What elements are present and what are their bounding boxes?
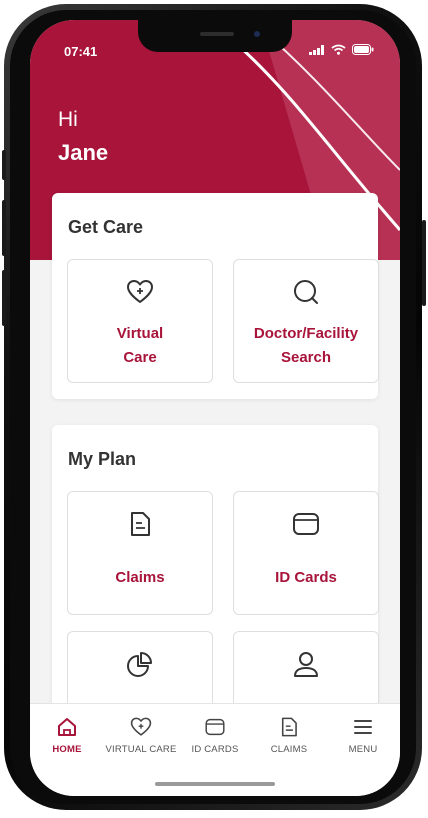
doctor-search-label: Doctor/Facility Search	[253, 325, 359, 366]
my-plan-title: My Plan	[68, 449, 137, 469]
menu-icon	[354, 720, 372, 734]
pie-chart-icon	[127, 652, 152, 677]
home-indicator[interactable]	[155, 782, 275, 786]
speaker-grille	[200, 32, 234, 36]
tab-id-cards[interactable]: ID CARDS	[178, 716, 252, 755]
id-cards-tile[interactable]: ID Cards	[233, 491, 379, 615]
volume-down-button	[2, 270, 6, 326]
bottom-tab-bar: HOME VIRTUAL CARE ID CARDS CLAIMS MENU	[30, 703, 400, 796]
mute-switch	[2, 150, 6, 180]
front-camera	[254, 31, 260, 37]
home-icon	[58, 718, 76, 736]
tab-menu-label: MENU	[348, 744, 378, 755]
card-icon	[293, 513, 319, 535]
virtual-care-label: Virtual Care	[116, 325, 164, 366]
battery-icon	[352, 44, 374, 55]
wifi-icon	[331, 44, 346, 55]
get-care-card: Get Care Virtual Care Doctor/Facility Sear…	[52, 193, 379, 399]
power-button	[422, 220, 426, 306]
heart-plus-icon	[130, 717, 152, 736]
user-name: Jane	[58, 140, 109, 165]
my-plan-card: My Plan Claims ID Cards Deductibles	[52, 425, 379, 716]
tab-home-label: HOME	[52, 744, 82, 755]
id-cards-label: ID Cards	[275, 569, 337, 586]
camera-notch	[138, 20, 292, 52]
virtual-care-tile[interactable]: Virtual Care	[67, 259, 213, 383]
status-time: 07:41	[64, 44, 98, 59]
status-icons	[309, 44, 374, 55]
claims-label: Claims	[115, 569, 165, 586]
get-care-title: Get Care	[68, 217, 144, 237]
tab-id-cards-label: ID CARDS	[191, 744, 239, 755]
doctor-search-tile[interactable]: Doctor/Facility Search	[233, 259, 379, 383]
tab-claims-label: CLAIMS	[270, 744, 308, 755]
tab-claims[interactable]: CLAIMS	[252, 716, 326, 755]
card-icon	[205, 718, 225, 736]
document-icon	[281, 717, 297, 737]
search-icon	[294, 280, 318, 304]
tab-home[interactable]: HOME	[30, 716, 104, 755]
signal-icon	[309, 44, 324, 55]
greeting-text: Hi	[58, 108, 78, 131]
user-icon	[294, 652, 318, 677]
document-icon	[131, 512, 150, 536]
phone-screen: 07:41 Hi Jane Get Care Virtual Care Doct…	[30, 20, 400, 796]
tab-menu[interactable]: MENU	[326, 716, 400, 755]
tab-virtual-care-label: VIRTUAL CARE	[105, 744, 177, 755]
claims-tile[interactable]: Claims	[67, 491, 213, 615]
heart-plus-icon	[127, 280, 153, 303]
volume-up-button	[2, 200, 6, 256]
tab-virtual-care[interactable]: VIRTUAL CARE	[104, 716, 178, 755]
